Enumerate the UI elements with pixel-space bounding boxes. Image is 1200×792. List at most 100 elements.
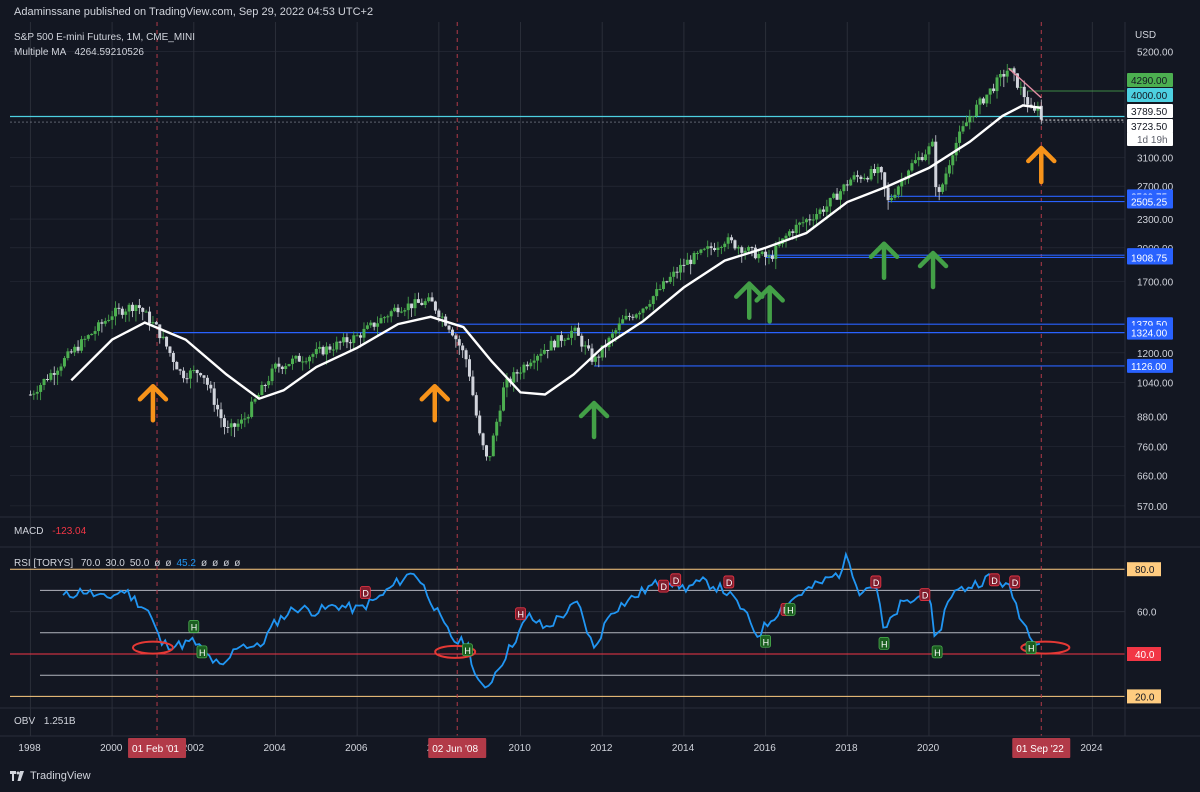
candle [450,329,454,336]
price-tick-label: 570.00 [1137,502,1168,513]
candle [56,370,60,375]
candle [389,311,393,317]
candle [927,146,931,155]
candle [59,366,63,371]
candle [883,172,887,188]
candle [784,235,788,239]
rsi-line [62,551,1041,689]
macd-label: MACD [14,526,43,537]
candle [348,342,352,344]
candle [791,231,795,233]
candle [393,307,397,312]
candle [566,337,570,340]
time-tick-label: 2000 [100,743,123,754]
candle [117,307,121,309]
candle [66,351,70,359]
candle [175,362,179,370]
candle [427,297,431,302]
candle [287,364,291,367]
candle [325,346,329,355]
candle [747,247,751,251]
candle [913,160,917,164]
candle [849,179,853,186]
candle [702,248,706,250]
candle [430,297,434,302]
price-badge-label: 4000.00 [1131,91,1168,102]
candle [423,301,427,305]
candle [69,351,73,353]
candle [862,177,866,180]
candle [995,77,999,92]
candle [386,316,390,318]
candle [202,375,206,378]
chart-canvas[interactable]: HHHHDDDDDHHDHDHDDH S&P 500 E-mini Future… [0,0,1200,792]
candle [713,248,717,251]
candle [515,372,519,374]
candle [699,249,703,253]
candle [794,224,798,233]
candle [661,281,665,290]
candle [260,384,264,396]
candle [726,237,730,244]
candle [886,187,890,201]
candle [331,349,335,351]
candle [971,116,975,118]
candle [964,122,968,127]
candle [961,126,965,132]
brand[interactable]: TradingView [10,770,91,782]
candle [998,74,1002,78]
arrow-up-icon [578,400,610,440]
candle [461,345,465,351]
candle [614,330,618,334]
candle [992,88,996,92]
candle [284,366,288,369]
price-badge-label: 1126.00 [1131,362,1167,373]
candle [968,116,972,123]
candle [563,339,567,341]
candle [808,219,812,221]
candle [978,98,982,105]
candle [651,296,655,305]
rsi-marker-label: H [763,637,770,647]
candle [280,366,284,369]
candle [229,423,233,428]
candle [185,378,189,380]
candle [318,346,322,349]
candle [28,394,32,396]
candle [471,376,475,396]
candle [182,370,186,379]
candle [488,456,492,458]
rsi-plot[interactable]: HHHHDDDDDHHDHDHDDH [62,551,1071,689]
candle [869,169,873,180]
candle [253,399,257,402]
candle [631,316,635,318]
candle [403,310,407,312]
candle [134,305,138,312]
candle [692,252,696,265]
horizontal-levels[interactable] [10,90,1125,367]
candle [45,378,49,380]
candle [733,240,737,249]
candle [716,247,720,251]
candle [246,416,250,419]
candle [985,94,989,104]
highlight-circle [131,640,174,655]
ma-line[interactable] [70,104,1042,401]
candle [624,315,628,320]
candle [396,307,400,313]
candle [855,175,859,177]
candle [359,335,363,338]
candle [597,356,601,358]
candle [226,426,230,428]
candles[interactable] [28,63,1043,462]
candle [144,311,148,313]
rsi-marker-label: D [991,576,998,586]
candle [369,322,373,326]
candle [321,346,325,355]
arrow-up-icon [868,241,900,281]
candle [546,349,550,351]
candle [770,255,774,259]
candle [301,361,305,363]
candle [706,246,710,249]
candle [689,259,693,265]
